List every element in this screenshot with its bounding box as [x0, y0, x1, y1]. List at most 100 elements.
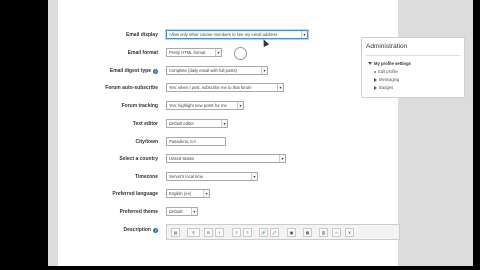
bullet-icon — [374, 70, 376, 73]
theme-label-text: Preferred theme — [119, 209, 158, 215]
chevron-down-icon: ▾ — [215, 49, 221, 56]
chevron-down-icon: ▾ — [203, 190, 209, 197]
media-icon[interactable]: ▦ — [303, 228, 312, 237]
text-editor-value: Default editor — [169, 121, 194, 126]
country-label-text: Select a country — [119, 156, 158, 162]
administration-title: Administration — [366, 43, 408, 50]
text-editor-select[interactable]: Default editor ▾ — [166, 119, 228, 128]
email-digest-value: Complete (daily email with full posts) — [169, 68, 237, 73]
administration-divider — [366, 55, 460, 56]
bold-icon[interactable]: B — [204, 228, 213, 237]
timezone-select[interactable]: Server's local time ▾ — [166, 172, 258, 181]
country-row: Select a country United States ▾ — [58, 153, 398, 165]
chevron-down-icon: ▾ — [191, 208, 197, 215]
email-display-select[interactable]: Allow only other course members to see m… — [166, 30, 308, 39]
country-select[interactable]: United States ▾ — [166, 154, 286, 163]
city-input[interactable]: Pasadena, CA — [166, 137, 226, 146]
image-icon[interactable]: ▣ — [287, 228, 296, 237]
theme-row: Preferred theme Default ▾ — [58, 206, 398, 218]
forum-auto-row: Forum auto-subscribe Yes: when I post, s… — [58, 82, 398, 94]
forum-auto-value: Yes: when I post, subscribe me to that f… — [169, 85, 252, 90]
city-value: Pasadena, CA — [169, 139, 197, 144]
description-label: Description? — [123, 224, 158, 236]
chevron-down-icon: ▾ — [277, 84, 283, 91]
ordered-list-icon[interactable]: ≡ — [243, 228, 252, 237]
forum-tracking-label: Forum tracking — [122, 100, 158, 112]
forum-auto-label: Forum auto-subscribe — [105, 82, 158, 94]
text-editor-label: Text editor — [133, 118, 158, 130]
forum-tracking-label-text: Forum tracking — [121, 103, 158, 109]
timezone-label-text: Timezone — [135, 174, 158, 180]
forum-tracking-row: Forum tracking Yes: highlight new posts … — [58, 100, 398, 112]
email-display-label-text: Email display — [126, 32, 158, 38]
theme-value: Default — [169, 209, 183, 214]
email-digest-row: Email digest type? Complete (daily email… — [58, 65, 398, 77]
chevron-down-icon: ▾ — [261, 67, 267, 74]
text-editor-label-text: Text editor — [132, 121, 158, 127]
question-circle-icon[interactable]: ? — [153, 227, 158, 233]
edit-profile-link[interactable]: Edit profile — [374, 69, 398, 74]
timezone-row: Timezone Server's local time ▾ — [58, 171, 398, 183]
file-icon[interactable]: ▥ — [319, 228, 328, 237]
chevron-down-icon: ▾ — [301, 31, 307, 38]
theme-label: Preferred theme — [120, 206, 158, 218]
city-label-text: City/town — [135, 139, 159, 145]
email-display-row: Email display Allow only other course me… — [58, 29, 398, 41]
email-format-value: Pretty HTML format — [169, 50, 206, 55]
clear-format-icon[interactable]: ✕ — [345, 228, 354, 237]
email-format-label-text: Email format — [127, 50, 158, 56]
question-circle-icon[interactable]: ? — [153, 68, 158, 74]
chevron-down-icon: ▾ — [279, 155, 285, 162]
link-icon[interactable]: 🔗 — [259, 228, 268, 237]
country-value: United States — [169, 156, 195, 161]
paragraph-style-icon[interactable]: ¶ — [187, 228, 200, 237]
chevron-down-icon: ▾ — [251, 173, 257, 180]
click-indicator-icon — [234, 47, 247, 60]
language-value: English (en) — [169, 191, 192, 196]
messaging-node[interactable]: Messaging — [374, 77, 399, 82]
email-digest-select[interactable]: Complete (daily email with full posts) ▾ — [166, 66, 268, 75]
email-display-label: Email display — [126, 29, 158, 41]
email-digest-label-text: Email digest type — [109, 68, 151, 74]
administration-block: Administration My profile settings Edit … — [361, 37, 465, 98]
my-profile-settings-label: My profile settings — [374, 61, 411, 66]
profile-form-panel: Email display Allow only other course me… — [58, 0, 400, 266]
manage-files-icon[interactable]: ⌂ — [332, 228, 341, 237]
language-label: Preferred language — [112, 188, 158, 200]
unlink-icon[interactable]: ⤢ — [270, 228, 279, 237]
forum-auto-select[interactable]: Yes: when I post, subscribe me to that f… — [166, 83, 284, 92]
edit-profile-label: Edit profile — [378, 69, 398, 74]
city-label: City/town — [136, 136, 159, 148]
email-format-select[interactable]: Pretty HTML format ▾ — [166, 48, 222, 57]
my-profile-settings-node[interactable]: My profile settings — [368, 61, 411, 66]
toolbar-toggle-icon[interactable]: ▤ — [171, 228, 180, 237]
email-digest-label: Email digest type? — [110, 65, 158, 77]
language-select[interactable]: English (en) ▾ — [166, 189, 210, 198]
badges-label: Badges — [379, 85, 394, 90]
triangle-right-icon — [374, 77, 377, 82]
triangle-down-icon — [368, 62, 372, 65]
city-row: City/town Pasadena, CA — [58, 136, 398, 148]
description-editor-toolbar: ▤ ¶ B I ≡ ≡ 🔗 ⤢ ▣ ▦ ▥ ⌂ ✕ — [166, 224, 400, 240]
triangle-right-icon — [374, 85, 377, 90]
description-label-text: Description — [123, 227, 151, 233]
country-label: Select a country — [119, 153, 158, 165]
timezone-value: Server's local time — [169, 174, 204, 179]
chevron-down-icon: ▾ — [237, 102, 243, 109]
forum-tracking-value: Yes: highlight new posts for me — [169, 103, 227, 108]
forum-tracking-select[interactable]: Yes: highlight new posts for me ▾ — [166, 101, 244, 110]
chevron-down-icon: ▾ — [221, 120, 227, 127]
timezone-label: Timezone — [135, 171, 158, 183]
forum-auto-label-text: Forum auto-subscribe — [105, 85, 158, 91]
italic-icon[interactable]: I — [215, 228, 224, 237]
theme-select[interactable]: Default ▾ — [166, 207, 198, 216]
text-editor-row: Text editor Default editor ▾ — [58, 118, 398, 130]
email-format-row: Email format Pretty HTML format ▾ — [58, 47, 398, 59]
language-label-text: Preferred language — [112, 191, 158, 197]
badges-node[interactable]: Badges — [374, 85, 393, 90]
letterbox-left — [0, 0, 48, 270]
unordered-list-icon[interactable]: ≡ — [232, 228, 241, 237]
letterbox-bottom — [0, 266, 480, 270]
letterbox-right — [473, 0, 480, 270]
messaging-label: Messaging — [379, 77, 400, 82]
